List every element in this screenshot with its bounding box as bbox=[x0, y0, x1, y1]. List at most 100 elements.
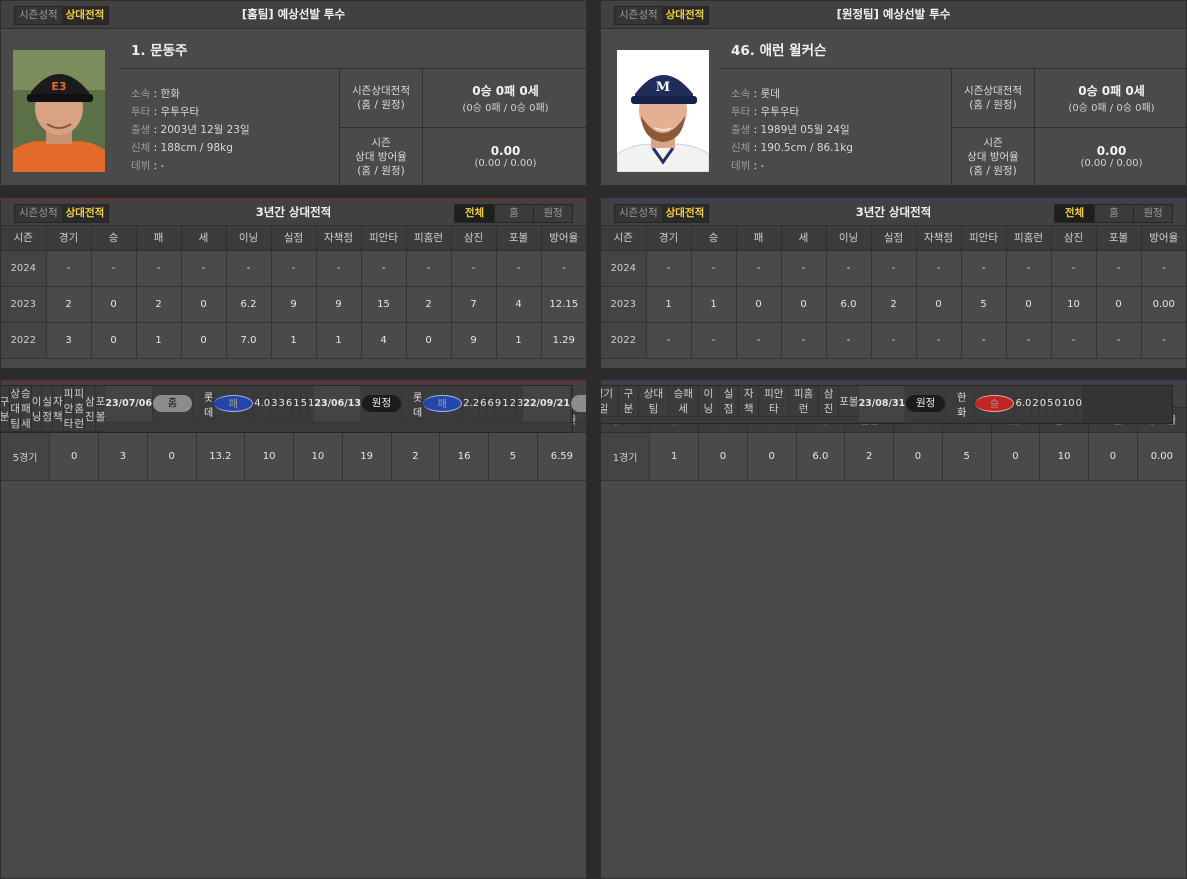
season-row: 2022- - - - - - - - - - - - bbox=[601, 322, 1186, 359]
result-cell: 패 bbox=[213, 386, 255, 423]
info-birth: 1989년 05월 24일 bbox=[760, 124, 850, 136]
venue-cell: 원정 bbox=[905, 386, 947, 423]
game-row[interactable]: 23/06/13 원정 롯데 패 2.2 6 6 9 1 2 3 bbox=[314, 386, 524, 432]
season-stats-tab[interactable]: 시즌성적 bbox=[615, 205, 662, 222]
info-key-birth: 출생 bbox=[131, 124, 151, 136]
column-header: 자책 bbox=[52, 386, 64, 432]
game-date: 23/07/06 bbox=[105, 386, 154, 423]
column-header: 삼진 bbox=[1051, 226, 1097, 251]
filter-away-button[interactable]: 원정 bbox=[1133, 205, 1172, 222]
empty-row bbox=[1142, 386, 1152, 423]
stat-cell: 0 bbox=[893, 432, 943, 481]
stat-cell: 2 bbox=[509, 386, 517, 423]
filter-toggle: 전체 홈 원정 bbox=[454, 204, 573, 223]
three-year-record-section: 시즌성적 상대전적 3년간 상대전적 전체 홈 원정 시즌 경기 승 패 세 이닝 실점 자책… bbox=[600, 197, 1187, 369]
stat-cell: - bbox=[961, 250, 1007, 287]
column-header: 구분 bbox=[618, 386, 640, 417]
filter-all-button[interactable]: 전체 bbox=[455, 205, 494, 222]
stat-cell: 0 bbox=[1075, 386, 1082, 423]
vs-record-split: (0승 0패 / 0승 0패) bbox=[1068, 102, 1155, 114]
season-row: 2023 2 0 2 0 6.2 9 9 15 2 7 4 12.15 bbox=[1, 286, 586, 323]
stat-cell: 0 bbox=[406, 322, 452, 359]
column-header: 피홈런 bbox=[788, 386, 819, 417]
game-row[interactable]: 23/07/06 홈 롯데 패 4.0 3 3 6 1 5 1 bbox=[105, 386, 315, 432]
stat-cell: 0 bbox=[1006, 286, 1052, 323]
season-stats-tab[interactable]: 시즌성적 bbox=[15, 7, 62, 24]
empty-row bbox=[1132, 386, 1142, 423]
column-header: 피홈런 bbox=[406, 226, 452, 251]
recent-games-section: 시즌성적 상대전적 최근 10경기 상대전적 전체 홈 원정 경기수승패세이닝실… bbox=[0, 379, 587, 879]
stat-cell: 2 bbox=[406, 286, 452, 323]
versus-summary-grid: 시즌상대전적 (홈 / 원정) 0승 0패 0세 (0승 0패 / 0승 0패) 시… bbox=[951, 69, 1186, 185]
game-row[interactable]: 22/09/21홈롯데패5.0114081 bbox=[523, 386, 586, 432]
stat-cell: 9 bbox=[494, 386, 503, 423]
game-row[interactable]: 23/08/31 원정 한화 승 6.0 2 0 5 0 10 0 bbox=[858, 386, 1082, 423]
empty-row bbox=[1162, 386, 1172, 423]
stat-cell: 0 bbox=[181, 322, 227, 359]
versus-record-tab[interactable]: 상대전적 bbox=[61, 205, 109, 222]
column-header: 방어율 bbox=[541, 226, 586, 251]
stat-cell: 5 bbox=[488, 432, 538, 481]
filter-home-button[interactable]: 홈 bbox=[494, 205, 533, 222]
stat-cell: 15 bbox=[361, 286, 407, 323]
header-row: 시즌 경기 승 패 세 이닝 실점 자책점 피안타 피홈런 삼진 포볼 방어율 bbox=[601, 226, 1186, 251]
stat-cell: - bbox=[916, 322, 962, 359]
stat-cell: 0 bbox=[736, 286, 782, 323]
stat-cell: 0 bbox=[91, 322, 137, 359]
stat-cell: 0 bbox=[698, 432, 748, 481]
venue-cell: 홈 bbox=[570, 386, 586, 423]
stat-cell: - bbox=[916, 250, 962, 287]
column-header: 패 bbox=[136, 226, 182, 251]
venue-badge: 홈 bbox=[153, 395, 192, 413]
filter-away-button[interactable]: 원정 bbox=[533, 205, 572, 222]
column-header: 삼진 bbox=[818, 386, 840, 417]
season-stats-tab[interactable]: 시즌성적 bbox=[15, 205, 62, 222]
stat-cell: 1 bbox=[496, 322, 542, 359]
stat-cell: - bbox=[316, 250, 362, 287]
stat-cell: 0 bbox=[91, 286, 137, 323]
result-badge: 패 bbox=[214, 395, 254, 413]
filter-home-button[interactable]: 홈 bbox=[1094, 205, 1133, 222]
pitcher-profile-section: 시즌성적 상대전적 [원정팀] 예상선발 투수 M 46. 애런 윌커슨 소속 … bbox=[600, 0, 1187, 186]
header-row: 경기일구분상대팀승패세이닝실점자책피안타피홈런삼진포볼 bbox=[601, 386, 859, 423]
stat-cell: 3 bbox=[516, 386, 524, 423]
pitcher-name: 1. 문동주 bbox=[119, 34, 586, 69]
column-header: 실점 bbox=[871, 226, 917, 251]
stat-cell: 0 bbox=[747, 432, 797, 481]
venue-badge: 홈 bbox=[570, 395, 586, 413]
stat-cell: - bbox=[871, 250, 917, 287]
vs-record-label: 시즌상대전적 (홈 / 원정) bbox=[340, 69, 423, 127]
vs-record-value: 0승 0패 0세 bbox=[472, 83, 539, 98]
stat-cell: 16 bbox=[439, 432, 489, 481]
season-stats-tab[interactable]: 시즌성적 bbox=[615, 7, 662, 24]
stat-cell: 7.0 bbox=[226, 322, 272, 359]
stat-cell: 2022 bbox=[601, 322, 647, 359]
stat-cell: - bbox=[496, 250, 542, 287]
column-header: 피홈런 bbox=[1006, 226, 1052, 251]
empty-row bbox=[1102, 386, 1112, 423]
pitcher-photo: E3 bbox=[13, 50, 105, 172]
stat-cell: 1 bbox=[136, 322, 182, 359]
opponent-team: 롯데 bbox=[192, 386, 215, 423]
filter-all-button[interactable]: 전체 bbox=[1055, 205, 1094, 222]
stat-cell: 12.15 bbox=[541, 286, 586, 323]
stat-cell: - bbox=[826, 322, 872, 359]
stat-cell: 6 bbox=[486, 386, 495, 423]
versus-record-tab[interactable]: 상대전적 bbox=[61, 7, 109, 24]
season-row: 2024- - - - - - - - - - - - bbox=[1, 250, 586, 287]
opponent-team: 한화 bbox=[945, 386, 976, 423]
result-badge: 승 bbox=[975, 395, 1015, 413]
opponent-team: 롯데 bbox=[401, 386, 424, 423]
versus-record-tab[interactable]: 상대전적 bbox=[661, 205, 709, 222]
stat-cell: - bbox=[691, 322, 737, 359]
game-date: 22/09/21 bbox=[523, 386, 571, 423]
stat-cell: 2023 bbox=[601, 286, 647, 323]
stat-cell: - bbox=[736, 250, 782, 287]
versus-record-tab[interactable]: 상대전적 bbox=[661, 7, 709, 24]
stat-cell: 3 bbox=[270, 386, 279, 423]
stat-cell: 2024 bbox=[1, 250, 47, 287]
info-key-team: 소속 bbox=[731, 88, 751, 100]
vs-era-value: 0.00 bbox=[490, 144, 521, 159]
stat-cell: - bbox=[1096, 322, 1142, 359]
stat-cell: 2.2 bbox=[462, 386, 481, 423]
